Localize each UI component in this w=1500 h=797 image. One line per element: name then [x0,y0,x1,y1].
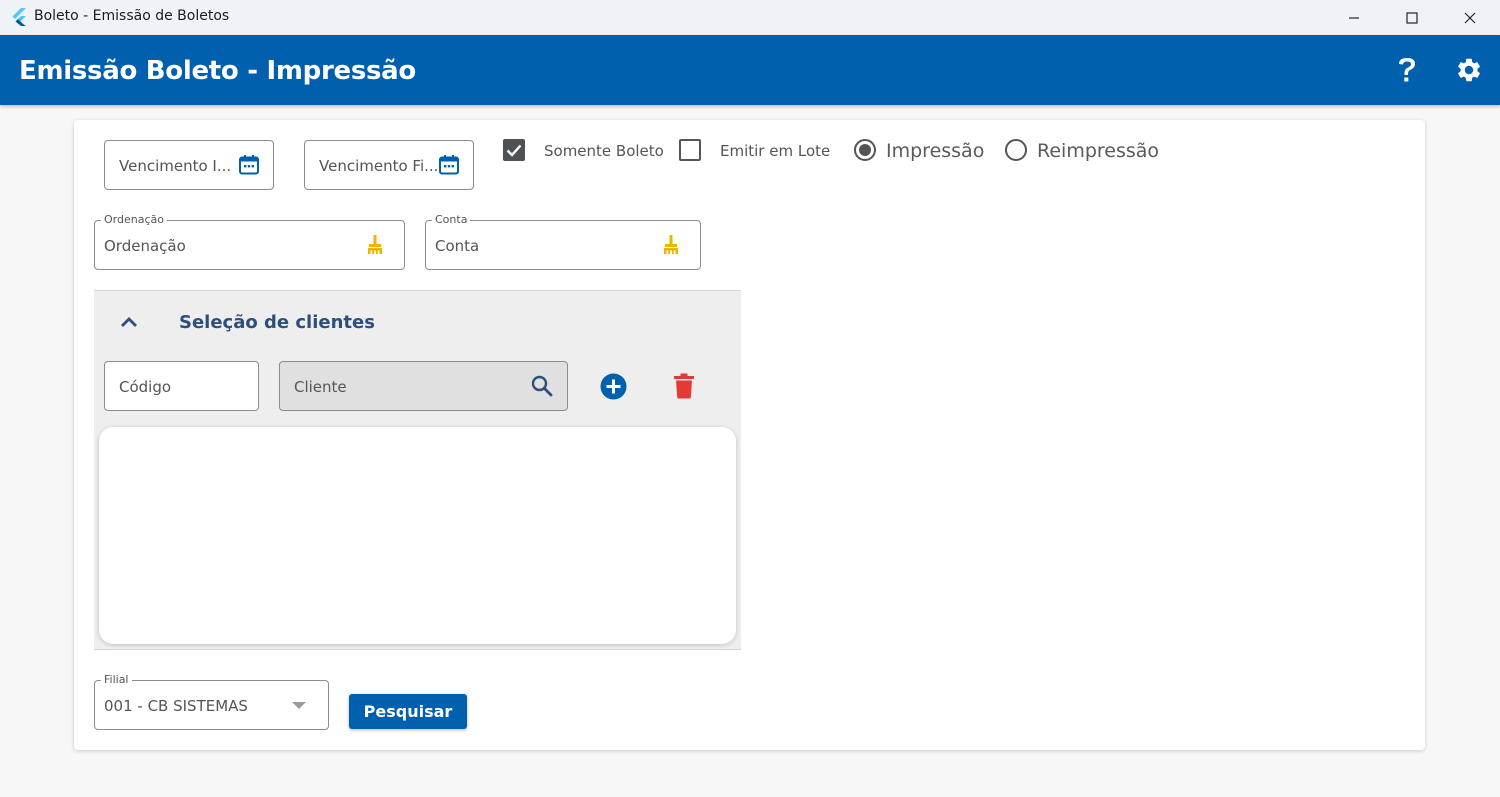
flutter-icon [12,8,26,26]
conta-select[interactable]: Conta Conta [425,213,701,270]
app-header: Emissão Boleto - Impressão [0,35,1500,105]
dropdown-arrow-icon [292,702,306,709]
codigo-placeholder: Código [119,378,172,396]
filial-label: Filial [101,673,132,687]
check-icon [506,144,522,157]
ordenacao-label: Ordenação [101,213,167,227]
gear-icon [1458,58,1480,82]
filial-value: 001 - CB SISTEMAS [104,697,248,715]
emitir-lote-checkbox[interactable] [679,139,701,161]
maximize-button[interactable] [1383,0,1441,35]
delete-client-button[interactable] [673,373,695,399]
maximize-icon [1406,11,1418,24]
settings-button[interactable] [1454,55,1484,85]
vencimento-inicial-placeholder: Vencimento I... [119,157,232,175]
reimpressao-radio[interactable] [1005,139,1027,161]
client-list [99,427,736,644]
window-title: Boleto - Emissão de Boletos [34,8,230,24]
help-icon [1399,58,1415,82]
window-titlebar: Boleto - Emissão de Boletos [0,0,1500,35]
ordenacao-select[interactable]: Ordenação Ordenação [94,213,405,270]
vencimento-inicial-field[interactable]: Vencimento I... [104,140,274,190]
codigo-input[interactable]: Código [104,361,259,411]
trash-icon [674,373,694,399]
client-selection-title: Seleção de clientes [179,312,375,333]
somente-boleto-checkbox[interactable] [503,139,525,161]
clear-broom-icon[interactable] [363,233,387,257]
calendar-icon[interactable] [237,153,261,177]
cliente-input[interactable]: Cliente [279,361,568,411]
vencimento-final-placeholder: Vencimento Fi... [319,157,439,175]
ordenacao-value: Ordenação [104,237,186,255]
client-selection-panel: Seleção de clientes [94,290,741,650]
impressao-label: Impressão [886,140,985,162]
conta-label: Conta [432,213,471,227]
close-button[interactable] [1441,0,1499,35]
conta-value: Conta [435,237,480,255]
help-button[interactable] [1392,55,1422,85]
vencimento-final-field[interactable]: Vencimento Fi... [304,140,474,190]
calendar-icon[interactable] [437,153,461,177]
minimize-icon [1349,16,1359,19]
page-title: Emissão Boleto - Impressão [19,56,416,86]
reimpressao-label: Reimpressão [1037,140,1160,162]
clear-broom-icon[interactable] [659,233,683,257]
somente-boleto-label: Somente Boleto [544,142,664,160]
cliente-placeholder: Cliente [294,378,347,396]
search-icon[interactable] [530,374,554,398]
pesquisar-button[interactable]: Pesquisar [349,694,467,729]
impressao-radio[interactable] [854,139,876,161]
add-circle-icon [600,373,627,400]
add-client-button[interactable] [600,373,627,400]
close-icon [1464,12,1476,23]
emitir-lote-label: Emitir em Lote [720,142,831,160]
chevron-up-icon[interactable] [118,311,140,333]
filial-select[interactable]: Filial 001 - CB SISTEMAS [94,673,329,730]
minimize-button[interactable] [1325,0,1383,35]
